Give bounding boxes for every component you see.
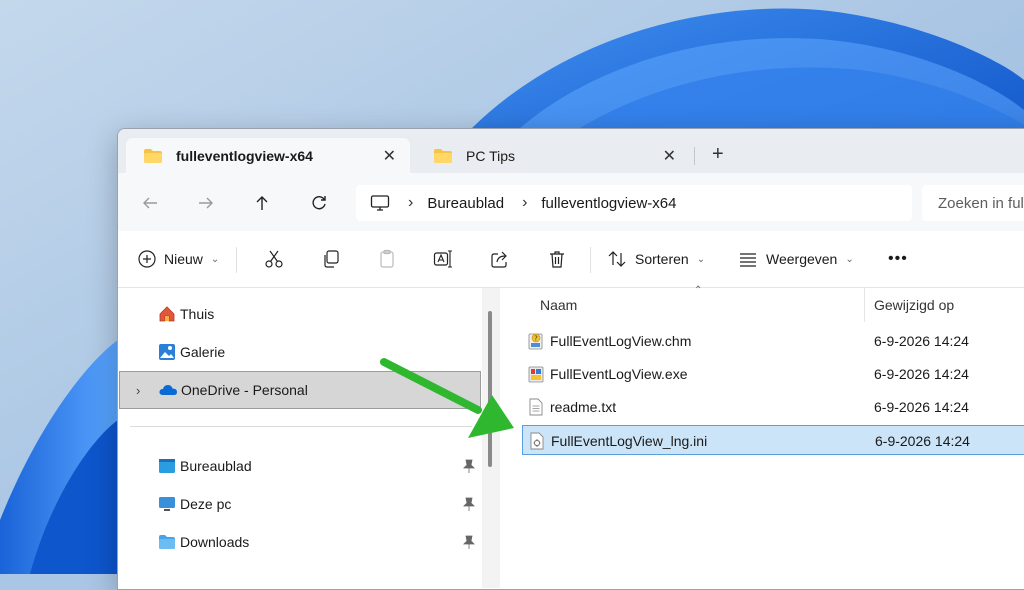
pin-icon[interactable] <box>463 497 475 511</box>
sidebar-item-onedrive[interactable]: › OneDrive - Personal <box>119 371 481 409</box>
ini-file-icon <box>530 432 544 450</box>
column-header-name[interactable]: Naam <box>540 297 577 313</box>
chm-file-icon: ? <box>528 333 543 350</box>
sidebar-item-downloads[interactable]: Downloads <box>118 523 482 561</box>
command-divider <box>590 247 591 273</box>
new-button[interactable]: Nieuw ⌄ <box>138 247 219 271</box>
rename-button[interactable] <box>433 247 453 271</box>
trash-icon <box>550 251 564 268</box>
column-header-row: ⌃ Naam Gewijzigd op <box>500 285 1024 322</box>
sidebar-item-thuis[interactable]: Thuis <box>118 295 482 333</box>
view-button[interactable]: Weergeven ⌄ <box>738 247 854 271</box>
column-header-modified[interactable]: Gewijzigd op <box>874 297 954 313</box>
navigation-scrollbar[interactable] <box>488 311 492 467</box>
file-modified: 6-9-2026 14:24 <box>874 399 969 415</box>
breadcrumb-bureaublad[interactable]: Bureaublad <box>427 195 504 212</box>
exe-file-icon <box>528 366 544 383</box>
paste-icon <box>380 249 394 268</box>
new-tab-icon[interactable]: + <box>712 143 724 166</box>
tab-title: PC Tips <box>466 148 516 164</box>
file-name: FullEventLogView.exe <box>550 366 688 382</box>
pin-icon[interactable] <box>463 459 475 473</box>
file-name: readme.txt <box>550 399 617 415</box>
search-input[interactable]: Zoeken in fulleventlogview-x64 <box>922 185 1024 221</box>
chevron-down-icon: ⌄ <box>210 253 220 265</box>
sidebar-item-label: Deze pc <box>180 496 232 512</box>
downloads-icon <box>159 535 175 549</box>
tab-pc-tips[interactable]: PC Tips ✕ <box>416 138 690 174</box>
column-divider[interactable] <box>864 288 865 322</box>
sort-label: Sorteren <box>635 251 689 267</box>
chevron-right-icon[interactable]: › <box>136 383 140 398</box>
copy-icon <box>324 250 339 268</box>
refresh-icon[interactable] <box>307 191 331 215</box>
sidebar-item-label: OneDrive - Personal <box>181 382 308 398</box>
file-modified: 6-9-2026 14:24 <box>874 366 969 382</box>
sidebar-item-deze-pc[interactable]: Deze pc <box>118 485 482 523</box>
file-row[interactable]: readme.txt 6-9-2026 14:24 <box>522 392 1024 422</box>
scissors-icon <box>265 250 283 268</box>
copy-button[interactable] <box>321 247 341 271</box>
chevron-right-icon: › <box>522 194 528 211</box>
file-name: FullEventLogView_lng.ini <box>551 433 708 449</box>
tab-fulleventlogview[interactable]: fulleventlogview-x64 ✕ <box>126 138 410 174</box>
file-row[interactable]: FullEventLogView.exe 6-9-2026 14:24 <box>522 359 1024 389</box>
sidebar-item-label: Downloads <box>180 534 250 550</box>
tab-divider <box>694 147 695 165</box>
sidebar-item-label: Thuis <box>180 306 215 322</box>
desktop-icon <box>159 459 175 473</box>
sort-icon <box>608 251 626 267</box>
command-bar: Nieuw ⌄ Sorteren ⌄ Weergeven ⌄ ••• <box>118 231 1024 288</box>
cut-button[interactable] <box>264 247 284 271</box>
file-row[interactable]: ? FullEventLogView.chm 6-9-2026 14:24 <box>522 326 1024 356</box>
gallery-icon <box>159 344 175 360</box>
file-explorer-window: fulleventlogview-x64 ✕ PC Tips ✕ + › Bur… <box>117 128 1024 590</box>
sort-button[interactable]: Sorteren ⌄ <box>607 247 705 271</box>
navigation-pane: Thuis Galerie › OneDrive - Personal Bure… <box>118 288 482 588</box>
pin-icon[interactable] <box>463 535 475 549</box>
onedrive-icon <box>159 385 177 395</box>
close-icon[interactable]: ✕ <box>383 146 396 166</box>
delete-button[interactable] <box>547 247 567 271</box>
tab-bar: fulleventlogview-x64 ✕ PC Tips ✕ + <box>118 129 1024 174</box>
up-icon[interactable] <box>250 191 274 215</box>
command-divider <box>236 247 237 273</box>
home-icon <box>159 306 175 322</box>
address-bar[interactable]: › Bureaublad › fulleventlogview-x64 <box>356 185 912 221</box>
folder-icon <box>434 149 452 163</box>
txt-file-icon <box>529 398 543 416</box>
sidebar-item-label: Galerie <box>180 344 226 360</box>
share-button[interactable] <box>490 247 510 271</box>
sidebar-item-galerie[interactable]: Galerie <box>118 333 482 371</box>
sidebar-item-bureaublad[interactable]: Bureaublad <box>118 447 482 485</box>
chevron-down-icon: ⌄ <box>696 253 706 265</box>
sidebar-item-label: Bureaublad <box>180 458 252 474</box>
folder-icon <box>144 149 162 163</box>
file-modified: 6-9-2026 14:24 <box>874 333 969 349</box>
view-list-icon <box>740 253 756 267</box>
tab-title: fulleventlogview-x64 <box>176 148 313 164</box>
sidebar-divider <box>130 426 472 427</box>
new-label: Nieuw <box>164 251 203 267</box>
file-row-selected[interactable]: FullEventLogView_lng.ini 6-9-2026 14:24 <box>522 425 1024 455</box>
share-icon <box>491 251 507 268</box>
breadcrumb-current-folder[interactable]: fulleventlogview-x64 <box>541 195 676 212</box>
navigation-bar: › Bureaublad › fulleventlogview-x64 Zoek… <box>118 173 1024 231</box>
back-icon[interactable] <box>138 191 162 215</box>
pc-icon <box>159 497 175 511</box>
sort-ascending-icon: ⌃ <box>694 285 703 296</box>
file-modified: 6-9-2026 14:24 <box>875 433 970 449</box>
svg-text:?: ? <box>534 335 538 343</box>
monitor-icon <box>370 195 390 211</box>
forward-icon[interactable] <box>194 191 218 215</box>
rename-icon <box>433 250 452 268</box>
file-name: FullEventLogView.chm <box>550 333 692 349</box>
chevron-right-icon: › <box>408 194 414 211</box>
view-label: Weergeven <box>766 251 838 267</box>
more-options-icon[interactable]: ••• <box>888 247 908 271</box>
chevron-down-icon: ⌄ <box>845 253 854 265</box>
paste-button[interactable] <box>377 247 397 271</box>
close-icon[interactable]: ✕ <box>663 146 676 166</box>
plus-circle-icon <box>138 250 156 268</box>
